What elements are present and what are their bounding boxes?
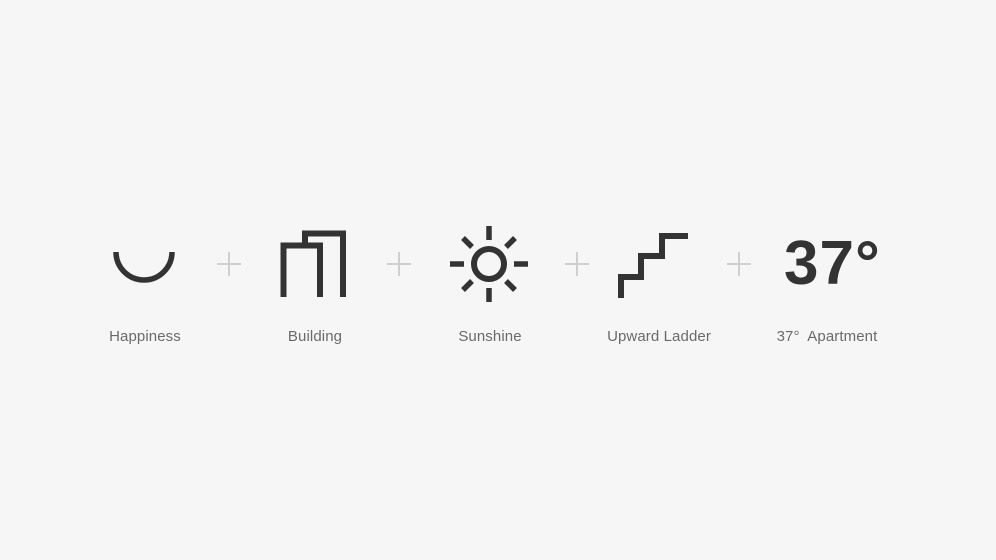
label-upward-ladder: Upward Ladder [607,328,711,345]
plus-icon [387,252,411,276]
building-icon [280,230,350,298]
temperature-text: 37° [784,229,881,298]
smile-arc-icon [110,248,178,288]
plus-icon [565,252,589,276]
label-sunshine: Sunshine [458,328,522,345]
sun-icon [448,224,530,304]
stairs-icon [616,228,690,298]
plus-icon [217,252,241,276]
plus-icon [727,252,751,276]
label-building: Building [287,328,343,345]
label-happiness: Happiness [109,328,181,345]
label-apartment: 37° Apartment [776,328,878,345]
